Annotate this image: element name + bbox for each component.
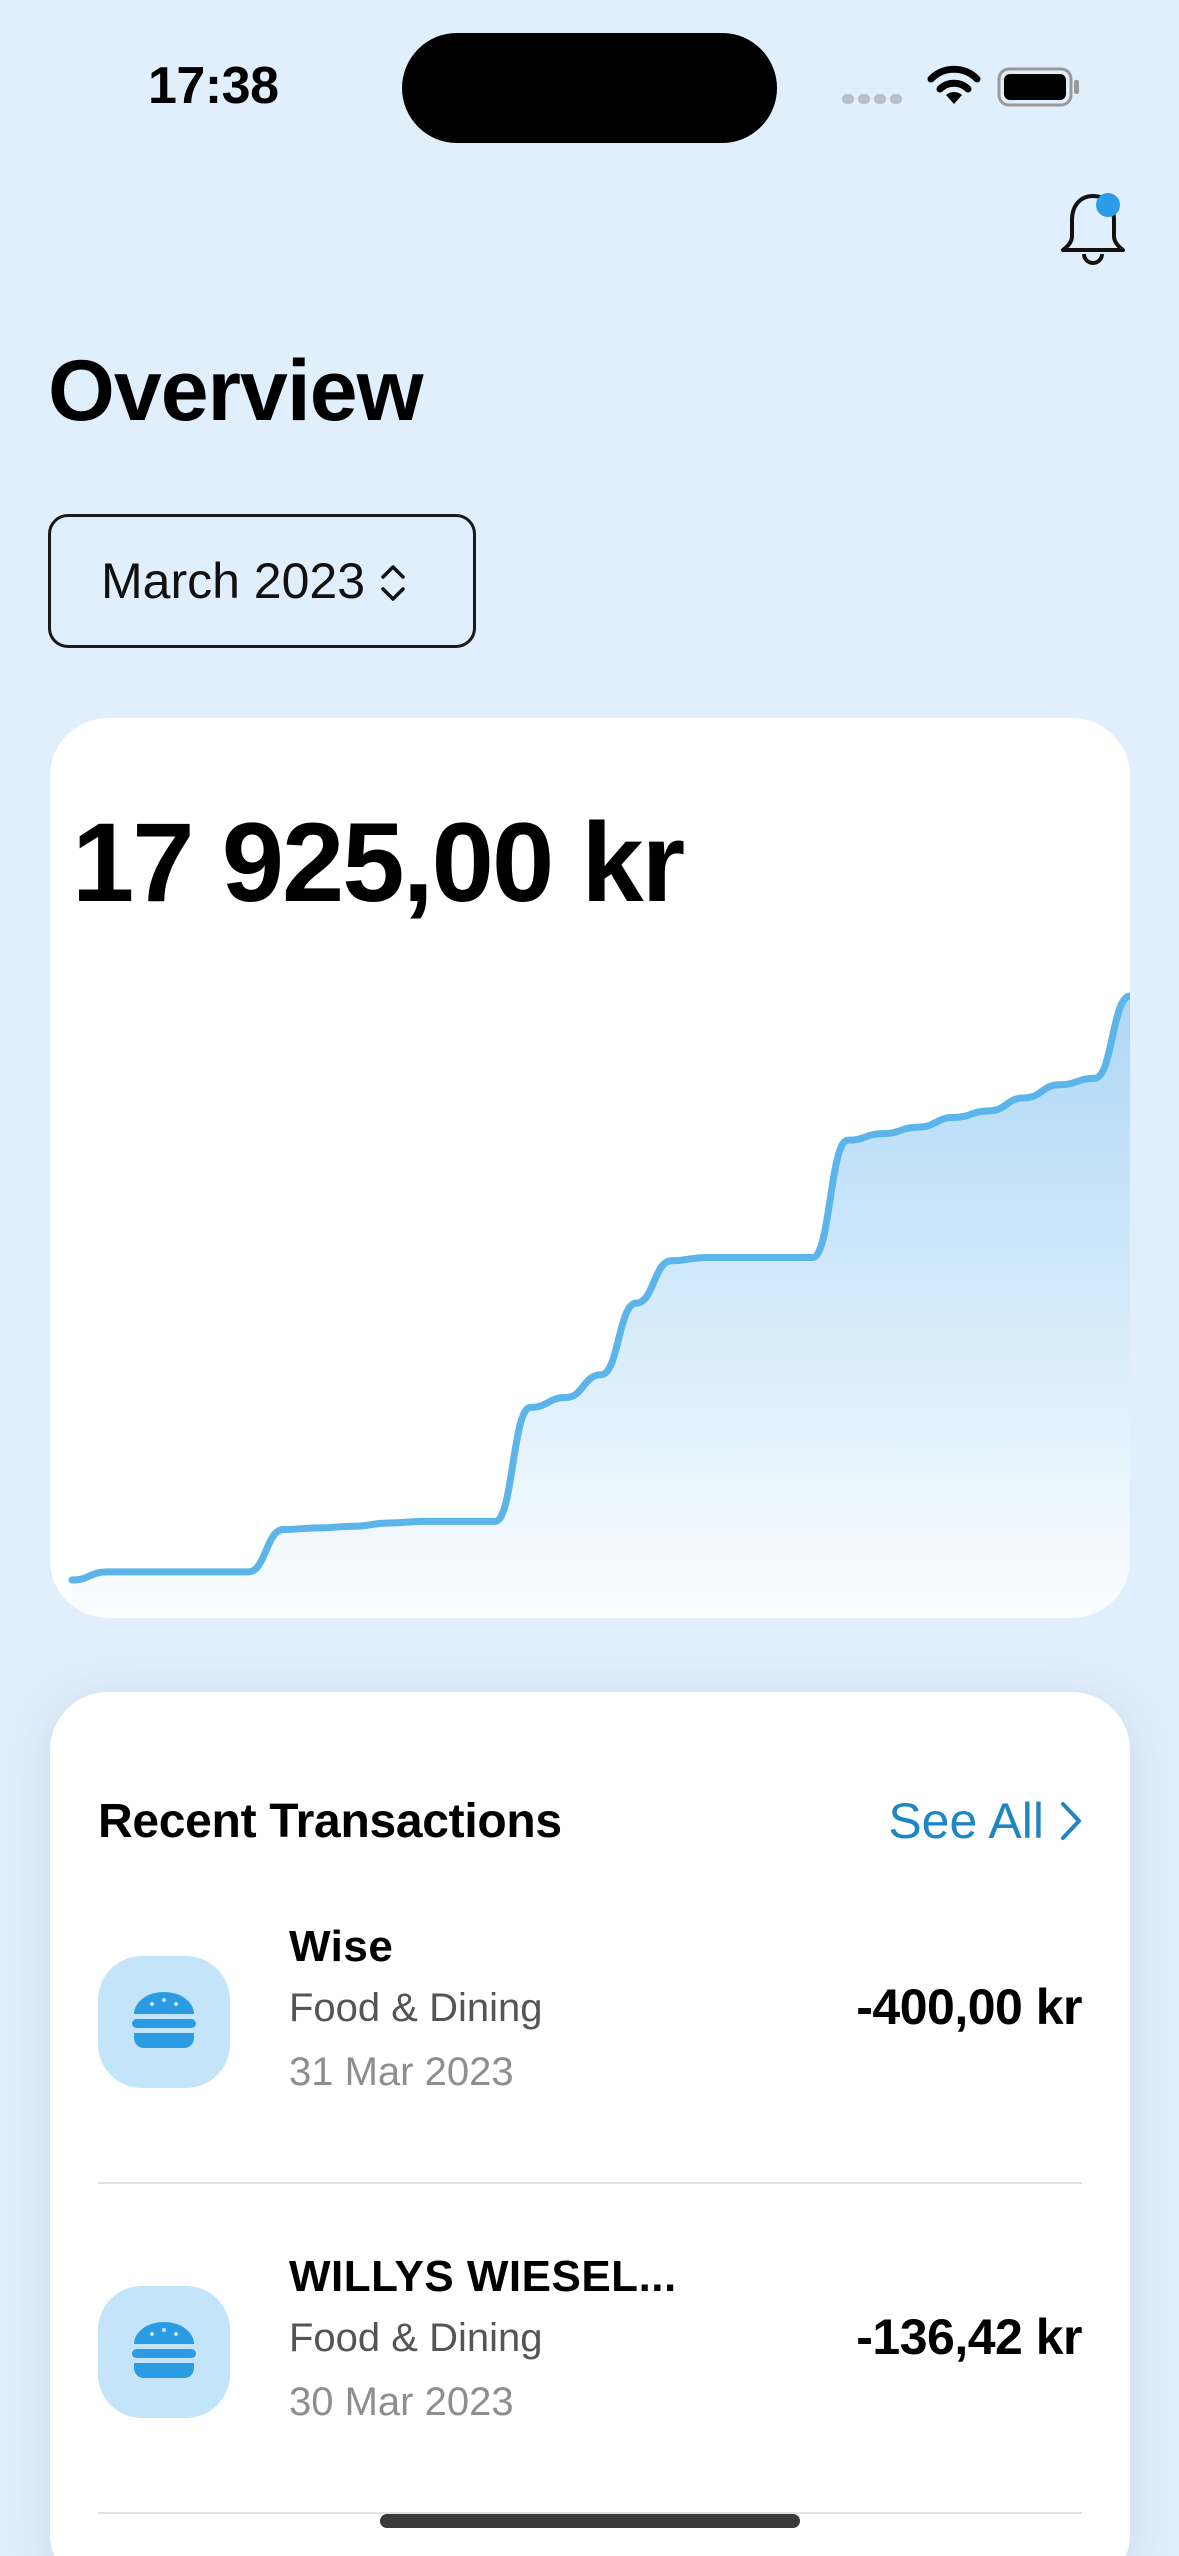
- transaction-category: Food & Dining: [289, 1986, 543, 2030]
- transaction-merchant: WILLYS WIESEL...: [289, 2252, 677, 2301]
- transaction-category: Food & Dining: [289, 2316, 543, 2360]
- notification-dot: [1096, 193, 1120, 217]
- chevron-right-icon: [1061, 1802, 1081, 1840]
- transaction-row[interactable]: Wise Food & Dining 31 Mar 2023 -400,00 k…: [98, 1922, 1082, 2252]
- divider: [98, 2182, 1082, 2184]
- burger-icon: [98, 2286, 230, 2418]
- transaction-amount: -400,00 kr: [856, 1979, 1082, 2035]
- battery-icon: [997, 67, 1079, 107]
- wifi-icon: [927, 65, 981, 104]
- month-picker[interactable]: March 2023: [48, 514, 476, 648]
- dynamic-island: [402, 33, 777, 143]
- transaction-amount: -136,42 kr: [856, 2309, 1082, 2365]
- burger-icon: [98, 1956, 230, 2088]
- balance-chart: [68, 992, 1130, 1618]
- see-all-label: See All: [888, 1793, 1044, 1849]
- transactions-title: Recent Transactions: [98, 1794, 562, 1848]
- transaction-date: 30 Mar 2023: [289, 2380, 514, 2424]
- transactions-header: Recent Transactions See All: [98, 1792, 1082, 1850]
- status-time: 17:38: [148, 57, 279, 115]
- recent-transactions-card: Recent Transactions See All Wise Food & …: [50, 1692, 1130, 2556]
- chevron-up-down-icon: [381, 565, 405, 601]
- home-indicator: [380, 2514, 800, 2528]
- transaction-date: 31 Mar 2023: [289, 2050, 514, 2094]
- balance-area-fill: [72, 996, 1130, 1618]
- overview-screen: 17:38 Overview March 2023 17 925,00 kr R…: [0, 0, 1179, 2556]
- month-picker-label: March 2023: [101, 553, 366, 609]
- transaction-row[interactable]: WILLYS WIESEL... Food & Dining 30 Mar 20…: [98, 2252, 1082, 2556]
- balance-chart-card: 17 925,00 kr: [50, 718, 1130, 1618]
- page-title: Overview: [48, 343, 423, 439]
- see-all-link[interactable]: See All: [888, 1792, 1082, 1850]
- transaction-merchant: Wise: [289, 1922, 394, 1971]
